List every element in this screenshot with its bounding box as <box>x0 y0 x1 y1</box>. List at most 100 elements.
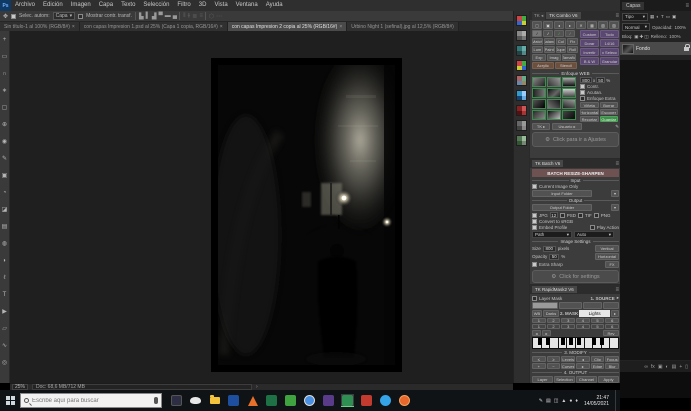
tool-icon[interactable]: ✎ <box>0 150 10 167</box>
tool-icon[interactable]: ◉ <box>0 133 10 150</box>
preset-thumbnail[interactable] <box>532 88 546 98</box>
combo-action-button[interactable]: Custom <box>580 30 599 38</box>
modify-button[interactable]: Blur <box>605 363 619 369</box>
menu-item[interactable]: Ayuda <box>262 0 287 11</box>
zone-button[interactable]: 2 <box>547 324 561 329</box>
layer-name[interactable]: Fondo <box>636 46 650 52</box>
layer-filter-dropdown[interactable]: Tipo▾ <box>622 13 648 21</box>
zone-button[interactable]: 6 <box>605 318 619 323</box>
mask-arrow-button[interactable]: ▸ <box>611 310 619 317</box>
white-key[interactable] <box>610 338 618 348</box>
preset-thumbnail[interactable] <box>562 77 576 87</box>
layer-filter-icon[interactable]: T <box>661 14 664 20</box>
brush-green-icon[interactable]: / <box>554 30 564 37</box>
black-key[interactable] <box>561 338 565 345</box>
black-key[interactable] <box>577 338 581 345</box>
zone-next-button[interactable]: ▸ <box>542 330 551 336</box>
layers-footer-icon[interactable]: ◐ <box>666 364 669 370</box>
document-tab[interactable]: Urbino Night 1 (sefinal).jpg al 12,5% (R… <box>347 22 459 31</box>
document-image[interactable] <box>211 58 402 372</box>
combo-button[interactable]: Col <box>556 38 567 45</box>
tray-icon[interactable]: ◫ <box>554 398 559 404</box>
black-key[interactable] <box>600 338 604 345</box>
zone-button[interactable]: 4 <box>576 318 590 323</box>
taskbar-app-green[interactable] <box>284 394 297 407</box>
brush-white-icon[interactable]: / <box>543 30 553 37</box>
source-sat-button[interactable] <box>603 302 619 309</box>
layer-mask-checkbox[interactable] <box>532 296 537 301</box>
combo-button[interactable]: Balanc <box>544 38 555 45</box>
zone-button[interactable]: 1 <box>532 324 546 329</box>
opacity-input[interactable]: 50 <box>549 254 559 260</box>
tray-icon[interactable]: ● <box>569 398 572 404</box>
black-key[interactable] <box>569 338 573 345</box>
brush-black-icon[interactable]: / <box>532 30 542 37</box>
menu-item[interactable]: Archivo <box>11 0 39 11</box>
black-key[interactable] <box>592 338 596 345</box>
zone-button[interactable]: 3 <box>561 318 575 323</box>
acutance-checkbox[interactable] <box>580 90 585 95</box>
zone-piano-keys[interactable] <box>532 337 619 349</box>
vignette-button[interactable]: Viñeta <box>580 102 599 108</box>
combo-toolbar-icon[interactable]: ▦ <box>587 21 597 29</box>
vertical-button[interactable]: Vertical <box>595 245 619 252</box>
combo-button[interactable]: Fix <box>567 38 578 45</box>
taskbar-app-excel[interactable] <box>265 394 278 407</box>
batch-settings-hint[interactable]: ⚙Click for settings <box>532 270 619 283</box>
tool-icon[interactable]: ▶ <box>0 303 10 320</box>
jpg-checkbox[interactable] <box>532 213 537 218</box>
preset-thumbnail[interactable] <box>532 77 546 87</box>
tool-icon[interactable]: T <box>0 286 10 303</box>
taskbar-app-edge[interactable] <box>379 394 392 407</box>
tool-icon[interactable]: ◍ <box>0 235 10 252</box>
combo-settings-hint[interactable]: ⚙Click para ir a Ajustes <box>532 132 619 147</box>
tray-icon[interactable]: ▲ <box>561 398 566 404</box>
horizontal-button[interactable]: Horizontal <box>595 253 619 260</box>
brush-gray-icon[interactable]: / <box>565 30 575 37</box>
tk-rapidmask-tab[interactable]: TK RapidMask2 V6 <box>532 286 577 293</box>
zone-button[interactable]: 1 <box>532 318 546 323</box>
tif-checkbox[interactable] <box>578 213 583 218</box>
modify-button[interactable]: Levels <box>561 356 575 362</box>
psd-checkbox[interactable] <box>560 213 565 218</box>
lock-option-icon[interactable]: ◫ <box>644 34 648 40</box>
menu-item[interactable]: Imagen <box>67 0 95 11</box>
layers-footer-icon[interactable]: + <box>679 364 682 370</box>
menu-item[interactable]: Capa <box>95 0 117 11</box>
input-folder-button[interactable]: Input Folder <box>532 190 592 197</box>
zone-button[interactable]: 5 <box>591 324 605 329</box>
combo-button[interactable]: Acrylic <box>532 62 554 69</box>
extra-sharp-checkbox[interactable] <box>532 262 537 267</box>
layer-filter-icon[interactable]: ▦ <box>650 14 654 20</box>
source-composite-button[interactable] <box>532 302 558 309</box>
distribute-2-icon[interactable]: ⫵ <box>188 13 190 20</box>
combo-action-button[interactable]: Dorar <box>580 39 599 47</box>
collapsed-panel-icon[interactable] <box>516 135 527 146</box>
modify-button[interactable]: Focus <box>605 356 619 362</box>
blend-mode-dropdown[interactable]: Normal▾ <box>622 23 650 31</box>
extra-options-icon[interactable]: ⋯ <box>216 13 221 20</box>
combo-button[interactable]: Imag <box>547 54 561 61</box>
taskbar-clock[interactable]: 21:47 14/05/2021 <box>581 395 612 407</box>
output-button[interactable]: Selection <box>554 376 575 383</box>
preset-thumbnail[interactable] <box>562 99 576 109</box>
black-key[interactable] <box>546 338 550 345</box>
combo-action-button[interactable]: B & W <box>580 57 599 65</box>
taskbar-app-active[interactable] <box>341 394 354 407</box>
modify-button[interactable]: ≤ <box>532 356 546 362</box>
taskbar-app-explorer[interactable] <box>208 394 221 407</box>
menu-item[interactable]: Texto <box>117 0 139 11</box>
layers-footer-icon[interactable]: ▣ <box>658 364 663 370</box>
convert-srgb-checkbox[interactable] <box>532 219 537 224</box>
combo-button[interactable]: Tamaño <box>562 54 576 61</box>
zone-button[interactable]: 6 <box>605 324 619 329</box>
tk-tab[interactable]: TK ◂ <box>532 12 545 20</box>
input-folder-caret[interactable]: ▾ <box>611 190 619 197</box>
distribute-3-icon[interactable]: ≣ <box>192 13 196 20</box>
distribute-4-icon[interactable]: ≡ <box>199 13 202 19</box>
taskbar-app-vlc[interactable] <box>246 394 259 407</box>
combo-button[interactable]: Super <box>556 46 567 53</box>
layer-thumbnail[interactable] <box>622 44 634 54</box>
tool-icon[interactable]: ⊕ <box>0 116 10 133</box>
extra-sharpen-checkbox[interactable] <box>580 96 585 101</box>
